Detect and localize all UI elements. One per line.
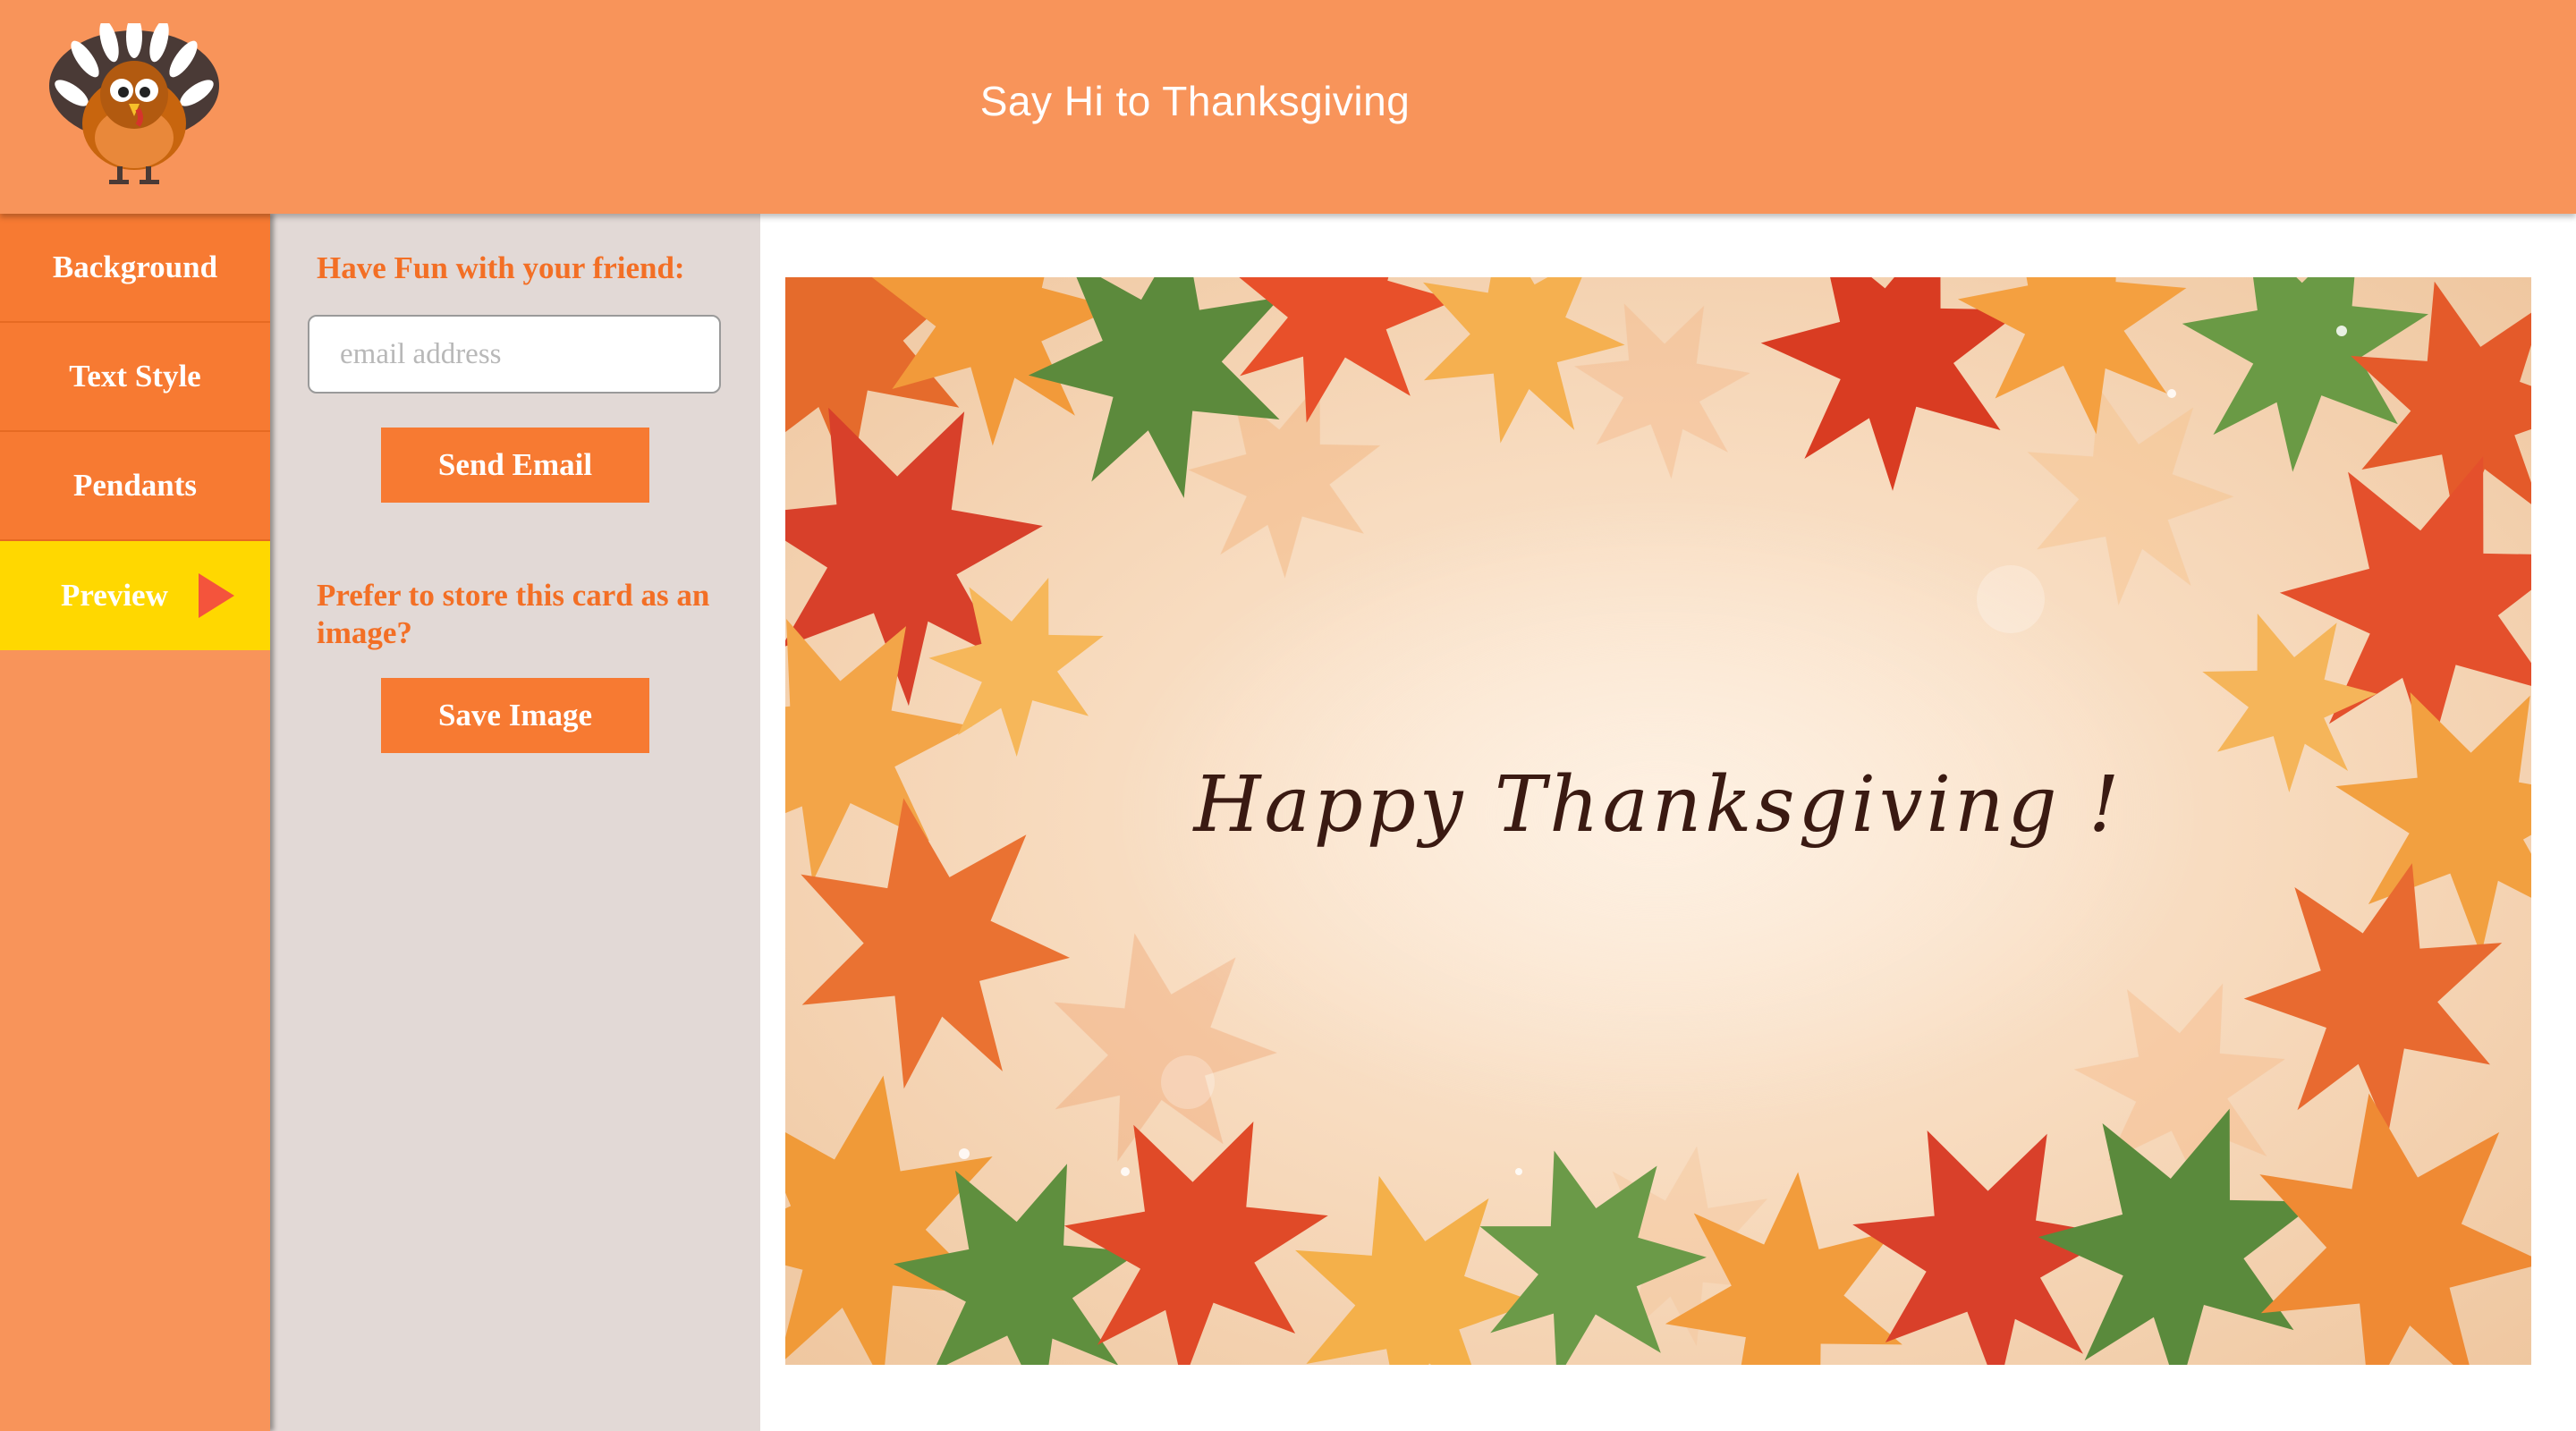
app-title: Say Hi to Thanksgiving: [979, 78, 1411, 124]
sidebar-item-label: Text Style: [69, 359, 201, 394]
sidebar-item-pendants[interactable]: Pendants: [0, 432, 270, 541]
sidebar-item-label: Pendants: [72, 468, 198, 503]
sidebar-nav: Background Text Style Pendants Preview: [0, 214, 270, 1431]
save-image-button[interactable]: Save Image: [381, 678, 649, 753]
sidebar-item-text-style[interactable]: Text Style: [0, 323, 270, 432]
card-message: Happy Thanksgiving !: [1193, 760, 2123, 850]
sidebar-item-label: Background: [52, 250, 218, 284]
sidebar-item-preview[interactable]: Preview: [0, 541, 270, 650]
email-field[interactable]: [308, 315, 721, 394]
app-root: Say Hi to Thanksgiving Background Text S…: [0, 0, 2576, 1431]
send-email-button[interactable]: Send Email: [381, 428, 649, 503]
card-preview: Happy Thanksgiving !: [785, 277, 2531, 1365]
email-heading: Have Fun with your friend:: [317, 250, 685, 285]
save-heading: Prefer to store this card as an image?: [317, 578, 710, 650]
play-arrow-icon: [198, 573, 234, 618]
sidebar-item-background[interactable]: Background: [0, 214, 270, 323]
sidebar-item-label: Preview: [61, 578, 168, 613]
share-panel: Have Fun with your friend: Send Email Pr…: [270, 214, 760, 1431]
top-header: Say Hi to Thanksgiving: [0, 0, 2576, 214]
